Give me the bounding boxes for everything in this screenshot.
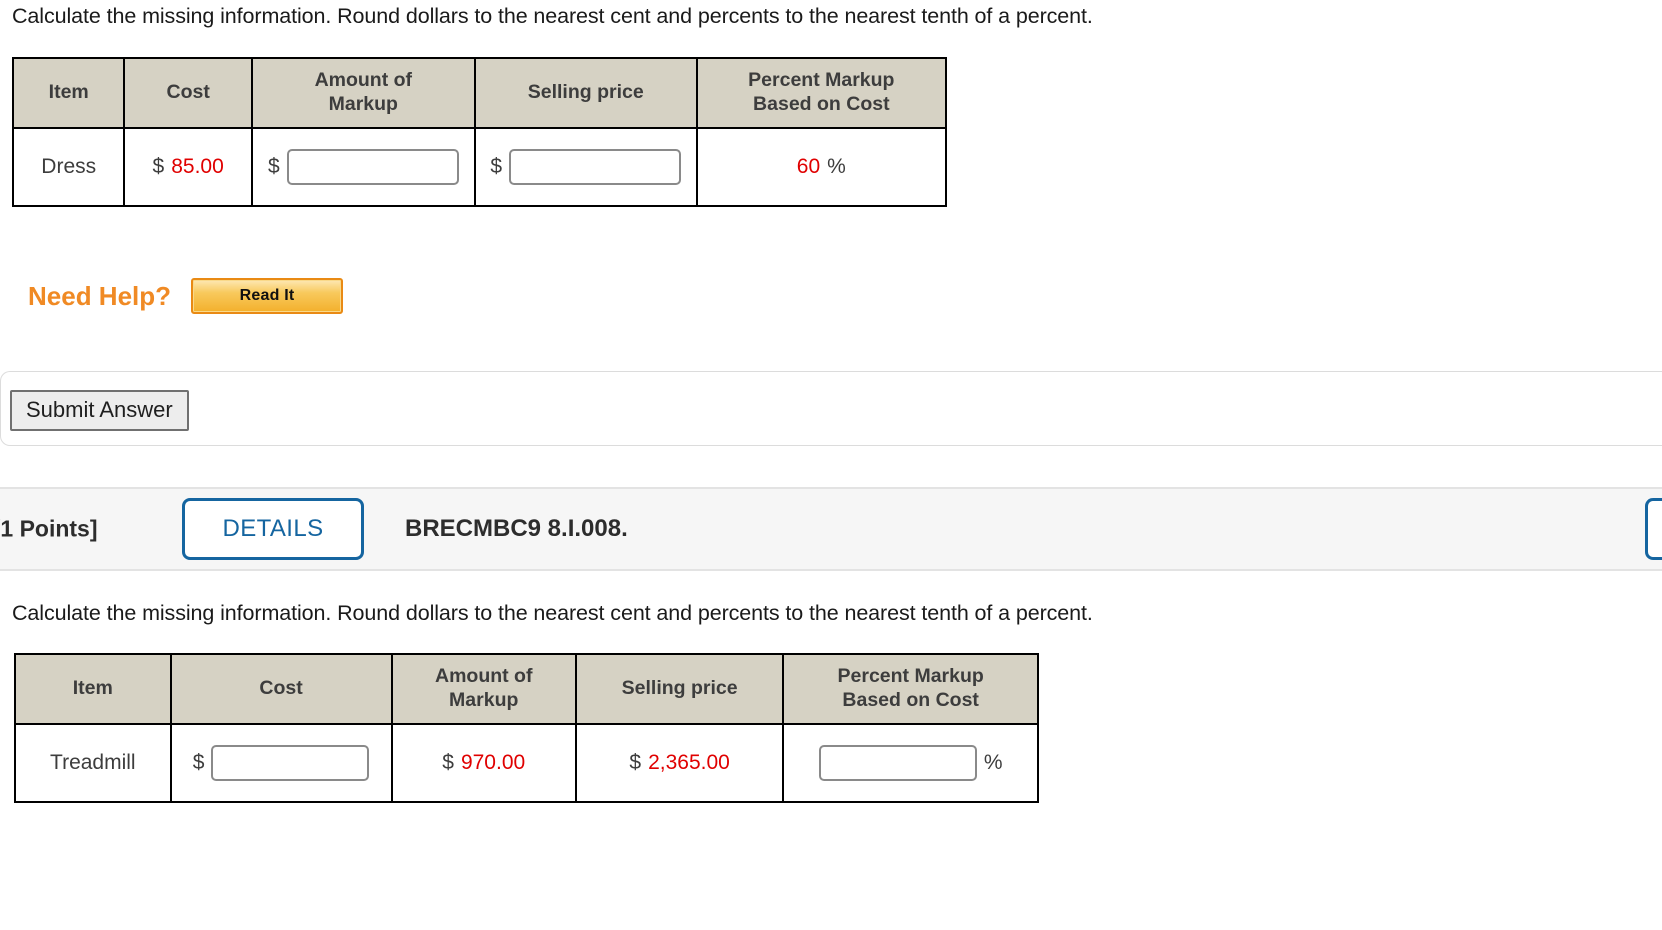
cell-percent-treadmill: % <box>783 724 1038 802</box>
cell-cost-treadmill: $ <box>171 724 392 802</box>
cost-value-1: 85.00 <box>171 155 224 179</box>
item-name-2: Treadmill <box>28 751 158 775</box>
markup-input-group-1: $ <box>265 149 462 185</box>
col-header-percent-line2: Based on Cost <box>712 93 931 117</box>
cost-input-2[interactable] <box>211 745 369 781</box>
need-help-label-1: Need Help? <box>28 281 171 312</box>
selling-input-group-1: $ <box>488 149 684 185</box>
dollar-sign-markup-2: $ <box>442 751 454 775</box>
prompt-text-1: Calculate the missing information. Round… <box>12 4 1093 29</box>
percent-markup-input-2[interactable] <box>819 745 977 781</box>
table-1-head: Item Cost Amount of Markup Selling price… <box>13 58 946 128</box>
question-2-header-inner: /1 Points] DETAILS BRECMBC9 8.I.008. <box>0 489 1662 569</box>
submit-answer-zone-1: Submit Answer <box>226 371 1662 447</box>
question-2-header-bar: /1 Points] DETAILS BRECMBC9 8.I.008. <box>0 487 1662 571</box>
percent-sign-1: % <box>827 155 846 179</box>
col-header-amount-of-markup: Amount of Markup <box>252 58 475 128</box>
item-name-1: Dress <box>26 155 111 179</box>
cost-input-group-2: $ <box>184 745 379 781</box>
selling-value-2: 2,365.00 <box>648 751 730 775</box>
col-header-percent-2-line2: Based on Cost <box>798 689 1023 713</box>
cell-percent-dress: 60% <box>697 128 946 206</box>
col-header-cost-line1: Cost <box>139 81 236 105</box>
markup-value-group-2: $970.00 <box>405 751 563 775</box>
cell-item-dress: Dress <box>13 128 124 206</box>
col-header-selling-2-line1: Selling price <box>591 677 768 701</box>
col-header-amount-of-markup-2: Amount of Markup <box>392 654 576 724</box>
col-header-item-2: Item <box>15 654 171 724</box>
table-1-header-row: Item Cost Amount of Markup Selling price… <box>13 58 946 128</box>
col-header-percent-markup-2: Percent Markup Based on Cost <box>783 654 1038 724</box>
question-1-prompt: Calculate the missing information. Round… <box>12 4 1093 29</box>
cell-cost-dress: $85.00 <box>124 128 251 206</box>
practice-another-button-2[interactable] <box>1645 498 1662 560</box>
col-header-percent-markup: Percent Markup Based on Cost <box>697 58 946 128</box>
dollar-sign-selling-1: $ <box>490 155 502 179</box>
dollar-sign-cost-1: $ <box>153 155 165 179</box>
col-header-item-2-line1: Item <box>30 677 156 701</box>
markup-amount-input-1[interactable] <box>287 149 459 185</box>
markup-value-2: 970.00 <box>461 751 525 775</box>
col-header-cost-2: Cost <box>171 654 392 724</box>
table-2-body: Treadmill $ $970.00 $2,365.00 <box>15 724 1038 802</box>
need-help-row-1: Need Help? Read It <box>28 278 343 314</box>
percent-value-group-1: 60% <box>710 155 933 179</box>
cell-markup-dress: $ <box>252 128 475 206</box>
col-header-selling-price-2: Selling price <box>576 654 783 724</box>
col-header-cost-2-line1: Cost <box>186 677 377 701</box>
table-row: Dress $85.00 $ $ <box>13 128 946 206</box>
selling-price-input-1[interactable] <box>509 149 681 185</box>
percent-sign-2: % <box>984 751 1003 775</box>
dollar-sign-cost-2: $ <box>193 751 205 775</box>
table-2-head: Item Cost Amount of Markup Selling price… <box>15 654 1038 724</box>
read-it-button-1[interactable]: Read It <box>191 278 343 314</box>
col-header-selling-price: Selling price <box>475 58 697 128</box>
col-header-percent-2-line1: Percent Markup <box>798 665 1023 689</box>
submit-answer-button-1[interactable]: Submit Answer <box>10 390 189 431</box>
points-label-2: /1 Points] <box>0 516 98 543</box>
col-header-item-line1: Item <box>28 81 109 105</box>
dollar-sign-markup-1: $ <box>268 155 280 179</box>
percent-markup-value-1: 60 <box>797 155 820 179</box>
cell-selling-treadmill: $2,365.00 <box>576 724 783 802</box>
table-row: Treadmill $ $970.00 $2,365.00 <box>15 724 1038 802</box>
col-header-markup-line2: Markup <box>267 93 460 117</box>
table-2-header-row: Item Cost Amount of Markup Selling price… <box>15 654 1038 724</box>
question-2-prompt: Calculate the missing information. Round… <box>12 601 1093 626</box>
col-header-markup-2-line1: Amount of <box>407 665 561 689</box>
percent-input-group-2: % <box>796 745 1025 781</box>
cost-value-group-1: $85.00 <box>137 155 238 179</box>
question-page: Calculate the missing information. Round… <box>0 0 1662 930</box>
markup-table-2: Item Cost Amount of Markup Selling price… <box>14 653 1039 803</box>
col-header-markup-2-line2: Markup <box>407 689 561 713</box>
markup-table-1: Item Cost Amount of Markup Selling price… <box>12 57 947 207</box>
col-header-markup-line1: Amount of <box>267 69 460 93</box>
prompt-text-2: Calculate the missing information. Round… <box>12 601 1093 626</box>
dollar-sign-selling-2: $ <box>629 751 641 775</box>
cell-selling-dress: $ <box>475 128 697 206</box>
question-code-2: BRECMBC9 8.I.008. <box>405 515 628 543</box>
cell-item-treadmill: Treadmill <box>15 724 171 802</box>
col-header-cost: Cost <box>124 58 251 128</box>
table-1-body: Dress $85.00 $ $ <box>13 128 946 206</box>
col-header-selling-line1: Selling price <box>490 81 682 105</box>
details-button-2[interactable]: DETAILS <box>182 498 364 560</box>
selling-value-group-2: $2,365.00 <box>589 751 770 775</box>
col-header-item: Item <box>13 58 124 128</box>
col-header-percent-line1: Percent Markup <box>712 69 931 93</box>
cell-markup-treadmill: $970.00 <box>392 724 576 802</box>
